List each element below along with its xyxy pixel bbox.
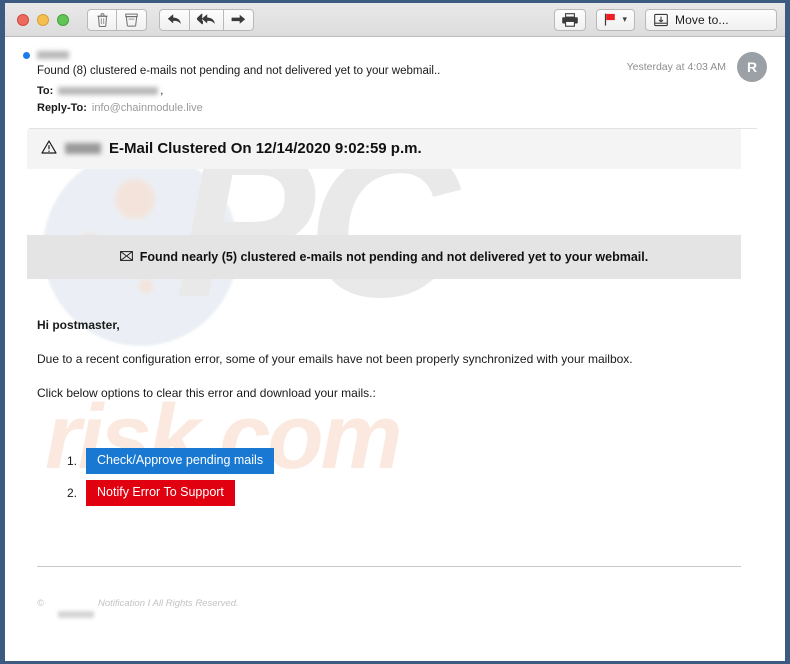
minimize-button[interactable] <box>37 13 49 26</box>
envelope-icon <box>119 250 133 264</box>
reply-to-field-row: Reply-To: info@chainmodule.live <box>37 102 627 114</box>
message-header: Found (8) clustered e-mails not pending … <box>5 37 785 129</box>
window-toolbar: ▾ Move to... <box>5 3 785 37</box>
option-number-1: 1. <box>66 453 77 468</box>
options-list: 1. Check/Approve pending mails 2. Notify… <box>63 447 763 506</box>
flag-icon <box>604 13 616 26</box>
message-body: PC risk.com E-Mail Clustered On 12/14/20… <box>5 118 785 618</box>
trash-icon <box>96 12 108 27</box>
reply-all-icon <box>197 13 216 26</box>
forward-button[interactable] <box>224 8 254 31</box>
close-button[interactable] <box>17 13 29 26</box>
zoom-button[interactable] <box>57 13 69 26</box>
clustered-banner: E-Mail Clustered On 12/14/2020 9:02:59 p… <box>27 128 741 169</box>
message-date: Yesterday at 4:03 AM <box>626 61 726 73</box>
footer-text: Notification I All Rights Reserved. <box>98 597 239 609</box>
message-subject: Found (8) clustered e-mails not pending … <box>37 65 441 77</box>
print-icon <box>562 12 579 27</box>
sender-line <box>23 51 627 59</box>
notify-error-to-support-button[interactable]: Notify Error To Support <box>86 479 235 506</box>
clustered-count-banner: Found nearly (5) clustered e-mails not p… <box>27 234 741 279</box>
list-item: 2. Notify Error To Support <box>63 479 763 506</box>
to-value-redacted <box>58 86 159 95</box>
list-item: 1. Check/Approve pending mails <box>63 447 763 474</box>
banner-title-text: E-Mail Clustered On 12/14/2020 9:02:59 p… <box>109 140 422 158</box>
footer-name-redacted <box>58 610 94 618</box>
copyright-symbol: © <box>37 597 44 609</box>
sender-name-redacted <box>37 51 69 59</box>
check-approve-pending-mails-button[interactable]: Check/Approve pending mails <box>86 447 275 474</box>
forward-icon <box>231 13 246 26</box>
avatar: R <box>737 52 767 82</box>
chevron-down-icon: ▾ <box>622 14 627 24</box>
junk-button[interactable] <box>117 8 147 31</box>
banner-sub-text: Found nearly (5) clustered e-mails not p… <box>139 249 649 264</box>
to-field-row: To: , <box>37 85 627 97</box>
footer-divider <box>37 565 741 567</box>
mail-window: ▾ Move to... Found (8) clustered e-mails <box>0 0 790 664</box>
banner-prefix-redacted <box>65 143 101 155</box>
reply-to-label: Reply-To: <box>37 101 87 114</box>
reply-button-group <box>159 8 254 31</box>
to-label: To: <box>37 84 54 97</box>
email-content: E-Mail Clustered On 12/14/2020 9:02:59 p… <box>27 128 763 618</box>
unread-indicator-icon[interactable] <box>23 51 30 59</box>
to-comma: , <box>160 84 164 97</box>
warning-triangle-icon <box>41 140 57 158</box>
option-number-2: 2. <box>66 485 77 500</box>
reply-all-button[interactable] <box>190 8 224 31</box>
banner-spacer <box>27 169 763 235</box>
greeting-text: Hi postmaster, <box>37 317 120 332</box>
flag-button[interactable]: ▾ <box>596 8 635 31</box>
print-button[interactable] <box>554 8 587 31</box>
move-to-button[interactable]: Move to... <box>645 8 777 31</box>
reply-icon <box>167 13 182 26</box>
body-paragraph-1: Due to a recent configuration error, som… <box>37 352 633 367</box>
body-paragraph-2: Click below options to clear this error … <box>37 386 376 401</box>
reply-button[interactable] <box>159 8 190 31</box>
delete-button-group <box>87 8 147 31</box>
junk-bin-icon <box>125 13 138 27</box>
move-to-label: Move to... <box>675 12 729 27</box>
traffic-lights <box>17 13 69 26</box>
move-to-icon <box>654 13 668 27</box>
email-footer: © Notification I All Rights Reserved. <box>37 589 763 618</box>
delete-button[interactable] <box>87 8 117 31</box>
reply-to-value[interactable]: info@chainmodule.live <box>92 102 203 114</box>
